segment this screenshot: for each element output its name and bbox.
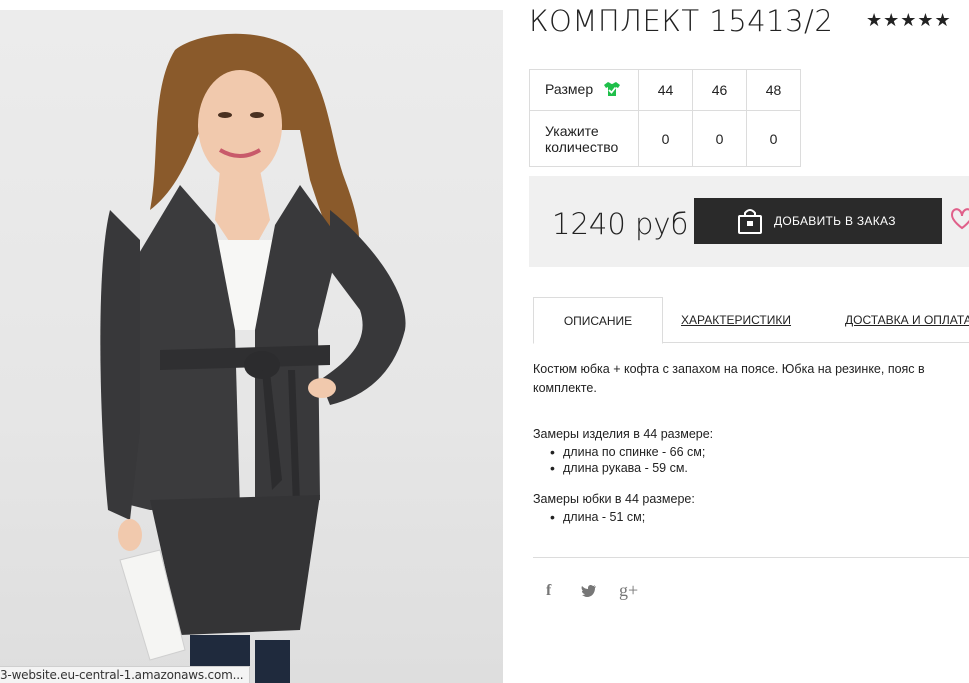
twitter-icon[interactable]: [581, 584, 597, 603]
rating-stars[interactable]: ★★★★★: [866, 10, 952, 31]
product-photo-illustration: [100, 33, 406, 683]
quantity-input-44[interactable]: 0: [638, 110, 693, 167]
divider: [533, 557, 969, 558]
shopping-bag-icon: [738, 209, 762, 234]
size-48[interactable]: 48: [746, 69, 801, 111]
list-item: длина по спинке - 66 см;: [533, 444, 963, 460]
list-item: длина рукава - 59 см.: [533, 460, 963, 476]
tshirt-check-icon[interactable]: [603, 81, 621, 100]
tab-delivery-payment[interactable]: ДОСТАВКА И ОПЛАТА: [845, 297, 969, 343]
size-label: Размер: [545, 80, 594, 97]
size-table: Размер 44 46 48 Укажите количество 0 0 0: [529, 69, 801, 167]
measure-list: длина по спинке - 66 см; длина рукава - …: [533, 444, 963, 476]
tab-characteristics[interactable]: ХАРАКТЕРИСТИКИ: [681, 297, 791, 343]
description-intro: Костюм юбка + кофта с запахом на поясе. …: [533, 362, 925, 395]
product-photo[interactable]: 3-website.eu-central-1.amazonaws.com...: [0, 10, 503, 683]
size-44[interactable]: 44: [638, 69, 693, 111]
product-tabs: ОПИСАНИЕ ХАРАКТЕРИСТИКИ ДОСТАВКА И ОПЛАТ…: [533, 297, 969, 344]
buy-box: 1240 руб ДОБАВИТЬ В ЗАКАЗ: [529, 176, 969, 267]
heart-icon[interactable]: [950, 207, 969, 233]
add-to-order-label: ДОБАВИТЬ В ЗАКАЗ: [774, 214, 896, 228]
list-item: длина - 51 см;: [533, 509, 963, 525]
size-label-cell: Размер: [529, 69, 639, 111]
price: 1240 руб: [552, 207, 689, 241]
quantity-label: Укажите количество: [529, 110, 639, 167]
skirt-measure-list: длина - 51 см;: [533, 509, 963, 525]
quantity-input-46[interactable]: 0: [692, 110, 747, 167]
product-title: КОМПЛЕКТ 15413/2: [529, 4, 834, 38]
facebook-icon[interactable]: f: [546, 582, 551, 600]
size-row: Размер 44 46 48: [529, 69, 801, 111]
description-panel: Костюм юбка + кофта с запахом на поясе. …: [533, 360, 963, 538]
skirt-measure-heading: Замеры юбки в 44 размере:: [533, 492, 695, 506]
quantity-row: Укажите количество 0 0 0: [529, 110, 801, 167]
add-to-order-button[interactable]: ДОБАВИТЬ В ЗАКАЗ: [694, 198, 942, 244]
status-bar-url: 3-website.eu-central-1.amazonaws.com...: [0, 666, 251, 683]
measure-heading: Замеры изделия в 44 размере:: [533, 427, 714, 441]
size-46[interactable]: 46: [692, 69, 747, 111]
tab-description[interactable]: ОПИСАНИЕ: [533, 297, 663, 344]
google-plus-icon[interactable]: g+: [619, 580, 638, 601]
quantity-input-48[interactable]: 0: [746, 110, 801, 167]
